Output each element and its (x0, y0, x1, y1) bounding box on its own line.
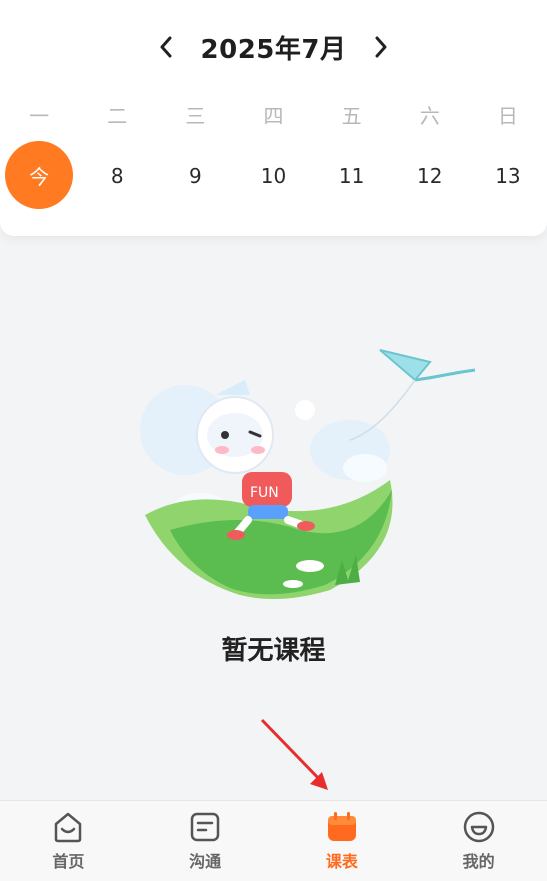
weekday-label: 三 (185, 103, 206, 128)
month-navigation: 2025年7月 (0, 24, 547, 70)
next-month-button[interactable] (366, 27, 396, 67)
calendar-card: 2025年7月 一 二 三 四 五 六 日 今 8 9 10 11 12 13 (0, 0, 547, 236)
date-cell[interactable]: 11 (313, 144, 391, 208)
empty-state-message: 暂无课程 (221, 636, 326, 666)
bottom-tab-bar: 首页 沟通 课表 我的 (0, 800, 547, 881)
tab-message[interactable]: 沟通 (137, 801, 274, 881)
message-icon (190, 812, 220, 842)
date-cell-today[interactable]: 今 (0, 141, 78, 209)
date-cell[interactable]: 13 (469, 144, 547, 208)
weekday-label: 二 (107, 103, 128, 128)
today-marker: 今 (5, 141, 74, 209)
tab-label: 首页 (52, 852, 85, 871)
weekday-label: 四 (263, 103, 284, 128)
date-cell[interactable]: 10 (234, 144, 312, 208)
empty-illustration: FUN (140, 349, 476, 599)
date-cell[interactable]: 8 (78, 144, 156, 208)
shirt-text: FUN (250, 485, 279, 501)
prev-month-button[interactable] (151, 27, 181, 67)
tab-label: 我的 (462, 852, 495, 871)
tab-home[interactable]: 首页 (0, 801, 137, 881)
weekday-label: 日 (497, 103, 518, 128)
weekday-label: 一 (29, 103, 50, 128)
chevron-left-icon (160, 36, 172, 58)
weekday-row: 一 二 三 四 五 六 日 (0, 98, 547, 130)
date-cell[interactable]: 9 (156, 144, 234, 208)
date-cell[interactable]: 12 (391, 144, 469, 208)
chevron-right-icon (375, 36, 387, 58)
month-title: 2025年7月 (200, 34, 347, 65)
calendar-icon (327, 812, 356, 841)
weekday-label: 五 (341, 103, 362, 128)
profile-icon (463, 811, 494, 843)
weekday-label: 六 (419, 103, 440, 128)
tab-schedule[interactable]: 课表 (274, 801, 411, 881)
tab-profile[interactable]: 我的 (410, 801, 547, 881)
home-icon (55, 812, 82, 843)
tab-label: 课表 (325, 852, 358, 871)
red-arrow-annotation (260, 718, 328, 790)
date-row: 今 8 9 10 11 12 13 (0, 141, 547, 209)
tab-label: 沟通 (189, 852, 222, 871)
